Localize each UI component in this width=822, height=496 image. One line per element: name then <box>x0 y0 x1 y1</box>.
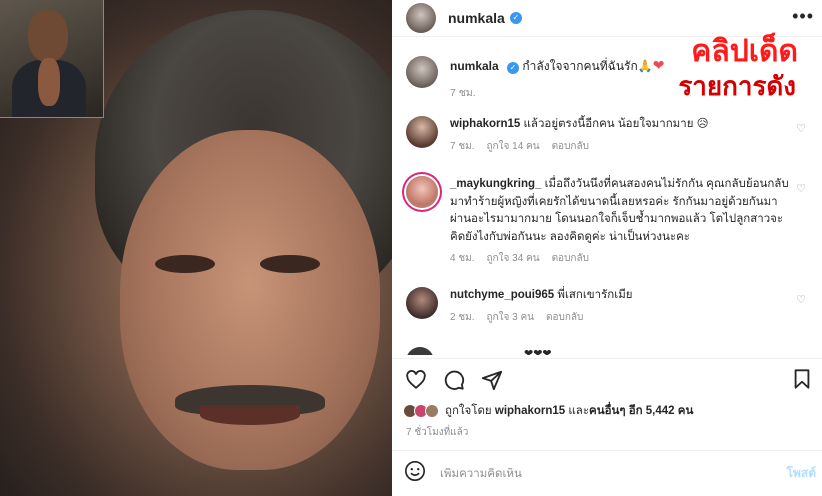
video-subject-eye-left <box>155 255 215 273</box>
caption-username[interactable]: numkala <box>450 59 499 73</box>
comment-input[interactable] <box>440 467 740 480</box>
comment-time[interactable]: 4 ชม. <box>450 250 475 268</box>
comment-like-heart-icon[interactable]: ♡ <box>796 293 806 306</box>
comment-reply-button[interactable]: ตอบกลับ <box>552 250 589 268</box>
liked-by-others[interactable]: คนอื่นๆ อีก 5,442 คน <box>589 402 693 420</box>
liked-by-middle: และ <box>568 405 590 417</box>
comment-time[interactable]: 2 ชม. <box>450 309 475 327</box>
overlay-title-line2: รายการดัง <box>678 71 796 101</box>
comment-username[interactable]: nutchyme_poui965 <box>450 289 554 301</box>
emoji-icon[interactable] <box>404 460 426 487</box>
comment-meta: 7 ชม. ถูกใจ 14 คน ตอบกลับ <box>450 138 790 156</box>
comment-body: nutchyme_poui965 พี่เสกเขารักเมีย 2 ชม. … <box>450 287 790 326</box>
commenter-avatar[interactable] <box>406 287 438 319</box>
comment-text: พี่เสกเขารักเมีย <box>557 289 633 301</box>
comment-like-heart-icon[interactable]: ♡ <box>796 182 806 195</box>
comment-composer: โพสต์ <box>392 450 822 496</box>
video-subject-eye-right <box>260 255 320 273</box>
comment-likes[interactable]: ถูกใจ 3 คน <box>487 309 535 327</box>
post-comment-button[interactable]: โพสต์ <box>787 464 816 483</box>
bookmark-icon[interactable] <box>790 367 814 391</box>
post-caption: numkala ✓ กำลังใจจากคนที่ฉันรัก🙏❤ 7 ชม. <box>406 56 664 99</box>
comment-like-heart-icon[interactable]: ♡ <box>796 122 806 135</box>
comment-item: wiphakorn15 แล้วอยู่ตรงนี้อีกคน น้อยใจมา… <box>406 116 806 155</box>
posted-time: 7 ชั่วโมงที่แล้ว <box>406 427 469 438</box>
post-side-panel: numkala ✓ ••• คลิปเด็ด รายการดัง numkala… <box>392 0 822 496</box>
comment-likes[interactable]: ถูกใจ 34 คน <box>487 250 540 268</box>
liked-by-avatars <box>403 404 439 418</box>
comment-username[interactable]: wiphakorn15 <box>450 118 520 130</box>
caption-time: 7 ชม. <box>450 87 476 99</box>
liker-avatar <box>425 404 439 418</box>
comment-username[interactable]: _maykungkring_ <box>450 178 541 190</box>
red-heart-emoji: ❤ <box>652 57 665 73</box>
video-call-inset <box>0 0 104 118</box>
liked-by-prefix: ถูกใจโดย <box>445 405 492 417</box>
comment-reply-button[interactable]: ตอบกลับ <box>546 309 583 327</box>
commenter-avatar[interactable] <box>406 116 438 148</box>
comment-body: _maykungkring_ เมื่อถึงวันนึงที่คนสองคนไ… <box>450 176 790 268</box>
verified-badge-icon: ✓ <box>507 62 520 74</box>
caption-text-block: numkala ✓ กำลังใจจากคนที่ฉันรัก🙏❤ <box>450 56 664 75</box>
post-action-bar <box>392 358 822 400</box>
comment-reply-button[interactable]: ตอบกลับ <box>552 138 589 156</box>
commenter-avatar[interactable] <box>406 176 438 208</box>
caption-avatar[interactable] <box>406 56 438 88</box>
comment-meta: 4 ชม. ถูกใจ 34 คน ตอบกลับ <box>450 250 790 268</box>
comment-icon[interactable] <box>442 368 466 392</box>
liked-by-user[interactable]: wiphakorn15 <box>495 405 565 417</box>
author-avatar[interactable] <box>406 3 436 33</box>
comment-body: wiphakorn15 แล้วอยู่ตรงนี้อีกคน น้อยใจมา… <box>450 116 790 155</box>
caption-text: กำลังใจจากคนที่ฉันรัก🙏 <box>522 59 653 73</box>
comment-time[interactable]: 7 ชม. <box>450 138 475 156</box>
video-subject-mouth <box>200 405 300 425</box>
comment-meta: 2 ชม. ถูกใจ 3 คน ตอบกลับ <box>450 309 790 327</box>
verified-badge-icon: ✓ <box>509 12 522 24</box>
liked-by-summary[interactable]: ถูกใจโดย wiphakorn15 และ คนอื่นๆ อีก 5,4… <box>403 402 693 420</box>
commenter-avatar[interactable] <box>406 347 434 355</box>
inset-person-praying-hands <box>38 58 60 106</box>
author-username[interactable]: numkala <box>448 10 505 26</box>
comment-item-partial: ❤❤❤ <box>406 347 806 355</box>
more-options-icon[interactable]: ••• <box>792 6 814 27</box>
inset-person-head <box>28 10 68 62</box>
comment-item: nutchyme_poui965 พี่เสกเขารักเมีย 2 ชม. … <box>406 287 806 326</box>
instagram-post-view: numkala ✓ ••• คลิปเด็ด รายการดัง numkala… <box>0 0 822 496</box>
comment-text: แล้วอยู่ตรงนี้อีกคน น้อยใจมากมาย 😥 <box>523 118 709 130</box>
comment-text: ❤❤❤ <box>524 348 552 355</box>
post-video[interactable] <box>0 0 392 496</box>
heart-outline-icon[interactable] <box>404 368 428 392</box>
share-icon[interactable] <box>480 368 504 392</box>
comment-likes[interactable]: ถูกใจ 14 คน <box>487 138 540 156</box>
comment-item: _maykungkring_ เมื่อถึงวันนึงที่คนสองคนไ… <box>406 176 806 268</box>
